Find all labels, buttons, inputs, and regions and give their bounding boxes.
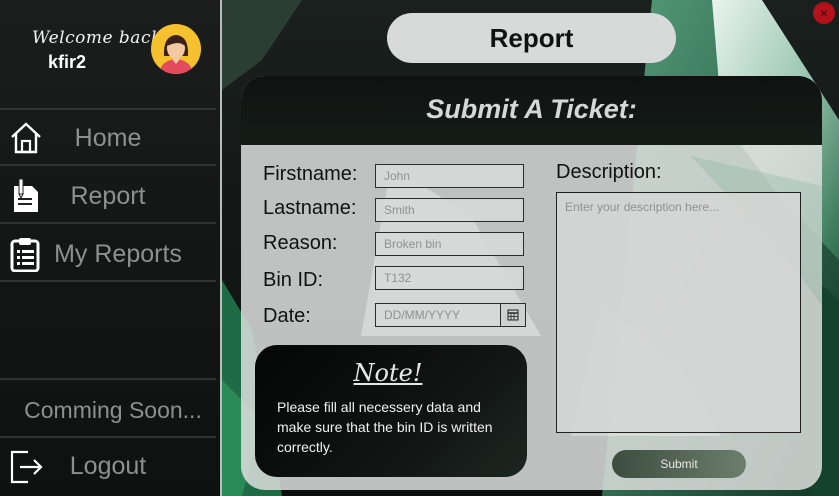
logout-button[interactable]: Logout [0, 438, 216, 494]
bin-id-label: Bin ID: [263, 269, 324, 291]
sidebar: Welcome back, kfir2 Home Report My Repor… [0, 0, 222, 496]
reason-field[interactable]: Broken bin [375, 232, 524, 256]
ticket-form: Submit A Ticket: Firstname: John Lastnam… [241, 76, 822, 490]
sidebar-item-label: My Reports [54, 240, 182, 268]
note-title: Note! [353, 359, 423, 387]
lastname-field[interactable]: Smith [375, 198, 524, 222]
username: kfir2 [48, 52, 87, 72]
description-field[interactable]: Enter your description here... [556, 192, 801, 433]
page-title: Report [387, 13, 676, 63]
welcome-text: Welcome back, [32, 28, 168, 48]
sidebar-item-home[interactable]: Home [0, 110, 216, 166]
calendar-icon [507, 309, 519, 321]
close-button[interactable]: × [813, 2, 835, 24]
logout-label: Logout [69, 452, 147, 480]
note-box: Note! Please fill all necessery data and… [255, 345, 527, 477]
note-text: Please fill all necessery data and make … [277, 399, 493, 455]
form-title: Submit A Ticket: [426, 94, 637, 124]
date-placeholder: DD/MM/YYYY [384, 308, 461, 322]
reason-label: Reason: [263, 232, 338, 254]
divider [0, 378, 216, 380]
sidebar-item-report[interactable]: Report [0, 168, 216, 224]
sidebar-item-label: Home [74, 124, 142, 152]
firstname-label: Firstname: [263, 163, 358, 185]
sidebar-item-my-reports[interactable]: My Reports [0, 226, 216, 282]
coming-soon-label: Comming Soon... [24, 397, 202, 423]
sidebar-item-label: Report [70, 182, 146, 210]
submit-button[interactable]: Submit [612, 450, 746, 478]
date-picker-button[interactable] [500, 304, 525, 326]
description-label: Description: [556, 161, 662, 183]
date-label: Date: [263, 305, 311, 327]
close-icon: × [819, 5, 829, 21]
lastname-label: Lastname: [263, 197, 357, 219]
avatar [151, 24, 201, 74]
firstname-field[interactable]: John [375, 164, 524, 188]
date-field[interactable]: DD/MM/YYYY [375, 303, 526, 327]
bin-id-field[interactable]: T132 [375, 266, 524, 290]
